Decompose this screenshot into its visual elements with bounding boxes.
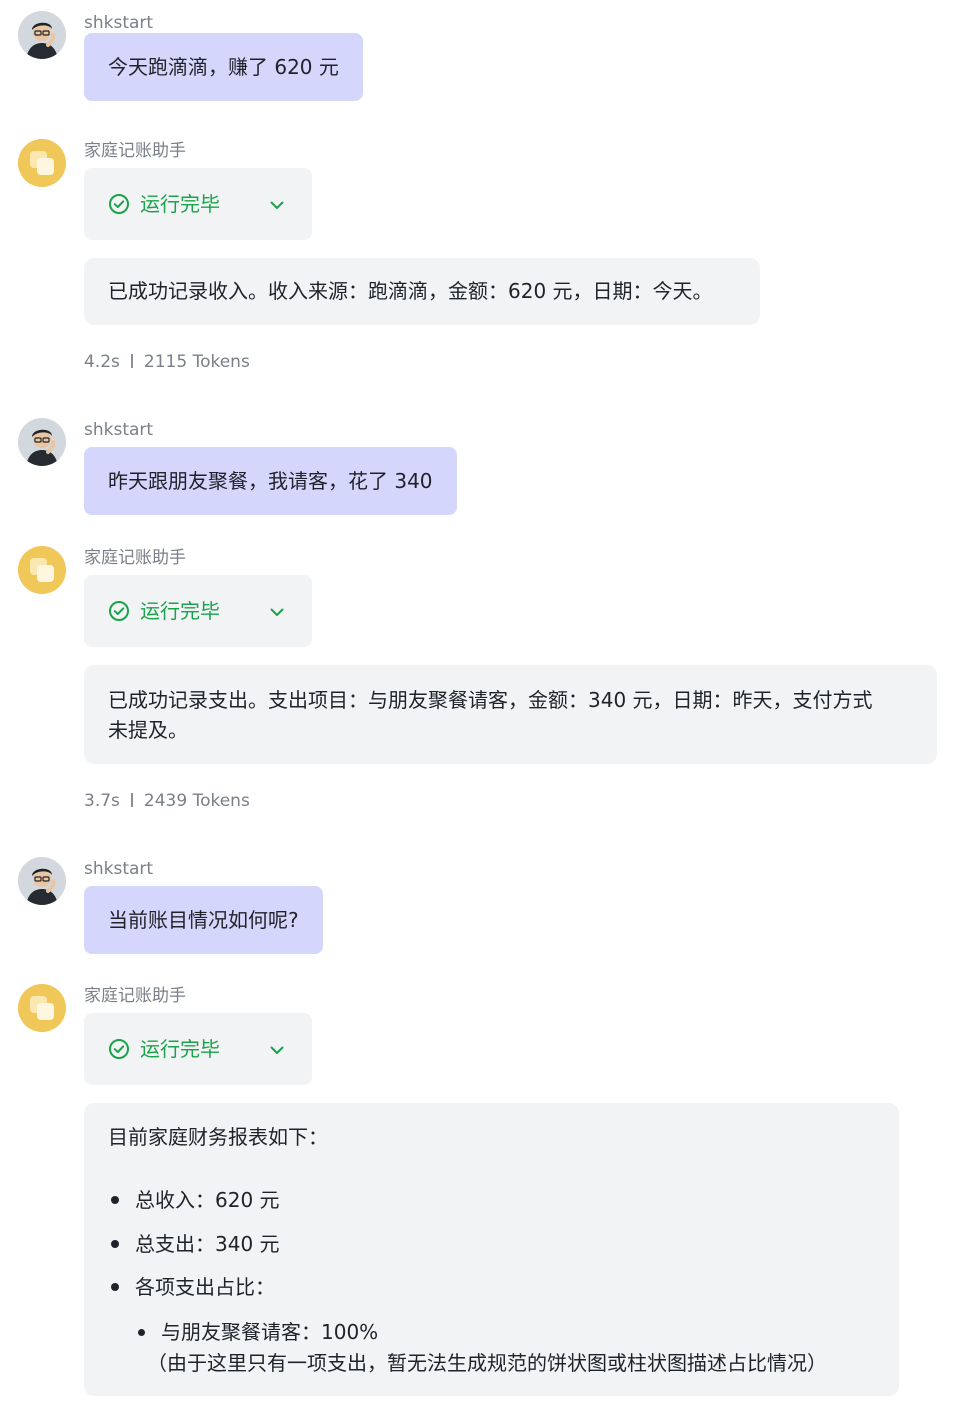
check-circle-icon — [109, 194, 129, 214]
bullet-dot — [111, 1240, 119, 1248]
chevron-down-icon[interactable] — [267, 195, 287, 215]
bullet-dot — [111, 1283, 119, 1291]
bullet-dot — [138, 1329, 145, 1336]
assistant-reply: 已成功记录收入。收入来源：跑滴滴，金额：620 元，日期：今天。 — [84, 258, 760, 325]
run-status-card[interactable]: 运行完毕 — [84, 575, 312, 647]
reply-text-line: 已成功记录支出。支出项目：与朋友聚餐请客，金额：340 元，日期：昨天，支付方式 — [108, 688, 873, 712]
token-count: 2439 Tokens — [143, 791, 250, 811]
chevron-down-icon[interactable] — [267, 602, 287, 622]
assistant-reply: 已成功记录支出。支出项目：与朋友聚餐请客，金额：340 元，日期：昨天，支付方式… — [84, 665, 937, 764]
list-item-text: 总支出：340 元 — [135, 1232, 280, 1256]
user-avatar-icon[interactable] — [18, 11, 66, 59]
token-count: 2115 Tokens — [143, 352, 250, 372]
sender-name: shkstart — [84, 13, 154, 33]
user-bubble: 当前账目情况如何呢? — [84, 886, 323, 954]
response-time: 3.7s — [84, 791, 120, 811]
chevron-down-icon[interactable] — [267, 1040, 287, 1060]
meta-divider — [130, 793, 133, 807]
bullet-dot — [111, 1196, 119, 1204]
list-item-text: 各项支出占比： — [135, 1275, 275, 1299]
check-circle-icon — [109, 601, 129, 621]
meta-divider — [130, 354, 133, 368]
response-time: 4.2s — [84, 352, 120, 372]
user-bubble: 今天跑滴滴，赚了 620 元 — [84, 33, 363, 101]
user-avatar-icon[interactable] — [18, 857, 66, 905]
sub-item-note: （由于这里只有一项支出，暂无法生成规范的饼状图或柱状图描述占比情况） — [147, 1351, 827, 1375]
finance-report: 目前家庭财务报表如下： 总收入：620 元 总支出：340 元 各项支出占比： … — [84, 1103, 899, 1396]
sender-name: 家庭记账助手 — [84, 986, 186, 1006]
list-item-text: 总收入：620 元 — [135, 1188, 280, 1212]
assistant-avatar-icon[interactable] — [18, 984, 66, 1032]
user-avatar-icon[interactable] — [18, 418, 66, 466]
sender-name: 家庭记账助手 — [84, 548, 186, 568]
reply-text: 已成功记录收入。收入来源：跑滴滴，金额：620 元，日期：今天。 — [108, 279, 713, 303]
run-status-card[interactable]: 运行完毕 — [84, 1013, 312, 1085]
assistant-avatar-icon[interactable] — [18, 546, 66, 594]
sender-name: shkstart — [84, 859, 154, 879]
sender-name: shkstart — [84, 420, 154, 440]
run-status-card[interactable]: 运行完毕 — [84, 168, 312, 240]
status-label: 运行完毕 — [140, 192, 220, 216]
status-label: 运行完毕 — [140, 1037, 220, 1061]
sender-name: 家庭记账助手 — [84, 141, 186, 161]
response-meta: 3.7s 2439 Tokens — [84, 790, 250, 812]
sub-list-item: 与朋友聚餐请客：100% （由于这里只有一项支出，暂无法生成规范的饼状图或柱状图… — [134, 1317, 827, 1379]
list-item: 总支出：340 元 — [108, 1230, 280, 1258]
assistant-avatar-icon[interactable] — [18, 139, 66, 187]
user-bubble: 昨天跟朋友聚餐，我请客，花了 340 — [84, 447, 457, 515]
reply-text-line: 未提及。 — [108, 718, 188, 742]
status-label: 运行完毕 — [140, 599, 220, 623]
list-item: 总收入：620 元 — [108, 1186, 280, 1214]
sub-item-text: 与朋友聚餐请客：100% — [161, 1320, 379, 1344]
check-circle-icon — [109, 1039, 129, 1059]
response-meta: 4.2s 2115 Tokens — [84, 351, 250, 373]
list-item: 各项支出占比： — [108, 1273, 275, 1301]
report-intro: 目前家庭财务报表如下： — [108, 1125, 328, 1149]
